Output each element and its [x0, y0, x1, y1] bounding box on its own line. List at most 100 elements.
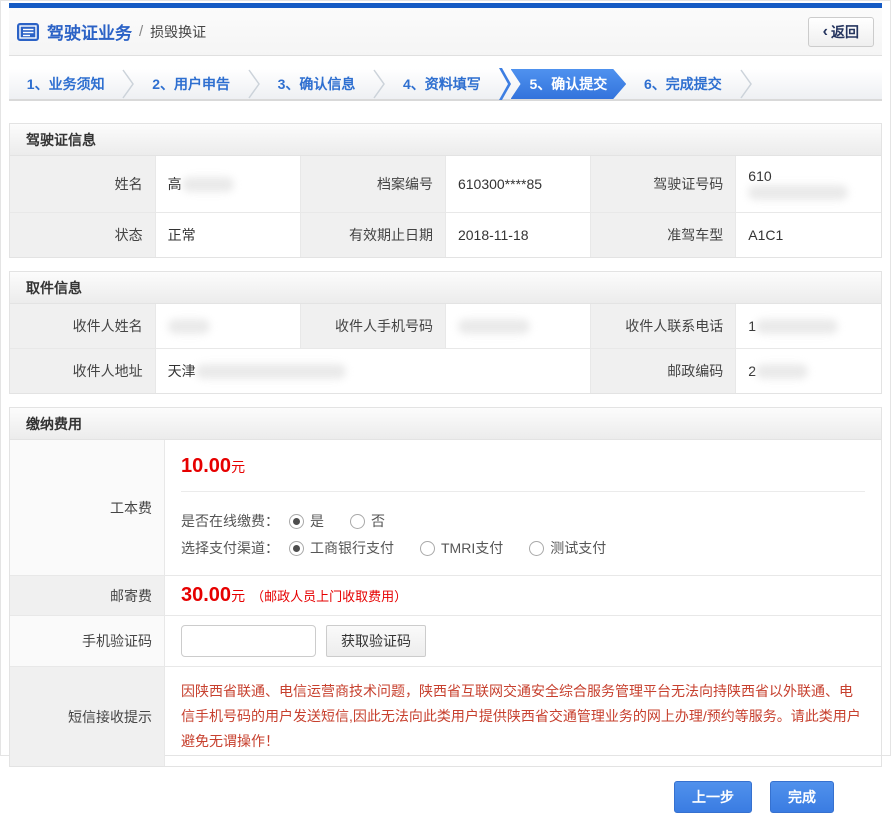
step-1[interactable]: 1、业务须知	[9, 69, 122, 99]
pickup-info-title: 取件信息	[10, 272, 881, 304]
table-row: 状态 正常 有效期止日期 2018-11-18 准驾车型 A1C1	[10, 213, 881, 258]
step-3-label: 3、确认信息	[278, 74, 356, 94]
postal-code-value: 2	[736, 349, 881, 394]
redacted-blur	[182, 177, 234, 192]
pickup-info-table: 收件人姓名 收件人手机号码 收件人联系电话 1 收件人地址 天津 邮政编码 2	[10, 304, 881, 393]
step-separator-icon	[122, 69, 134, 99]
fees-title: 缴纳费用	[10, 408, 881, 440]
mail-fee-row: 邮寄费 30.00元 （邮政人员上门收取费用）	[10, 576, 881, 616]
sms-code-input[interactable]	[181, 625, 316, 657]
step-1-label: 1、业务须知	[27, 74, 105, 94]
channel-tmri-option[interactable]: TMRI支付	[420, 538, 503, 558]
license-business-icon	[17, 23, 39, 41]
sms-notice-row: 短信接收提示 因陕西省联通、电信运营商技术问题，陕西省互联网交通安全综合服务管理…	[10, 667, 881, 766]
recipient-mobile-label: 收件人手机号码	[300, 304, 445, 349]
radio-unchecked-icon[interactable]	[350, 514, 365, 529]
previous-step-button[interactable]: 上一步	[674, 781, 752, 813]
redacted-blur	[756, 319, 838, 334]
step-4[interactable]: 4、资料填写	[385, 69, 498, 99]
license-info-title: 驾驶证信息	[10, 124, 881, 156]
channel-test-label: 测试支付	[550, 538, 606, 558]
page-header: 驾驶证业务 / 损毁换证 ‹ 返回	[9, 8, 882, 56]
sms-notice-label: 短信接收提示	[10, 667, 165, 766]
redacted-blur	[458, 319, 530, 334]
back-button-label: 返回	[831, 22, 859, 42]
step-separator-icon	[373, 69, 385, 99]
breadcrumb-current: 损毁换证	[150, 22, 206, 42]
pickup-info-section: 取件信息 收件人姓名 收件人手机号码 收件人联系电话 1 收件人地址 天津 邮政…	[9, 271, 882, 394]
sms-code-row: 手机验证码 获取验证码	[10, 616, 881, 667]
sms-code-value: 获取验证码	[165, 616, 881, 666]
online-payment-question: 是否在线缴费：	[181, 511, 279, 531]
table-row: 姓名 高 档案编号 610300****85 驾驶证号码 610	[10, 156, 881, 213]
step-2-label: 2、用户申告	[152, 74, 230, 94]
redacted-blur	[756, 364, 808, 379]
radio-unchecked-icon[interactable]	[529, 541, 544, 556]
online-yes-label: 是	[310, 511, 324, 531]
step-filler	[752, 69, 882, 99]
step-3[interactable]: 3、确认信息	[260, 69, 373, 99]
step-5-active[interactable]: 5、确认提交	[511, 69, 627, 99]
name-label: 姓名	[10, 156, 155, 213]
name-value: 高	[155, 156, 300, 213]
work-fee-amount: 10.00元	[181, 440, 865, 492]
step-wizard: 1、业务须知 2、用户申告 3、确认信息 4、资料填写 5、确认提交 6、完成提…	[9, 69, 882, 101]
mail-fee-amount-number: 30.00	[181, 584, 231, 607]
page-title: 驾驶证业务	[47, 19, 132, 44]
step-5-label: 5、确认提交	[529, 74, 607, 94]
back-chevron-icon: ‹	[823, 23, 828, 41]
online-yes-option[interactable]: 是	[289, 511, 324, 531]
vehicle-class-value: A1C1	[736, 213, 881, 258]
status-label: 状态	[10, 213, 155, 258]
radio-unchecked-icon[interactable]	[420, 541, 435, 556]
expiry-date-value: 2018-11-18	[445, 213, 590, 258]
radio-checked-icon[interactable]	[289, 514, 304, 529]
work-fee-value: 10.00元 是否在线缴费： 是 否	[165, 440, 881, 575]
get-sms-code-button[interactable]: 获取验证码	[326, 625, 426, 657]
step-separator-active-icon	[499, 69, 511, 99]
mail-fee-value: 30.00元 （邮政人员上门收取费用）	[165, 576, 881, 615]
sms-code-label: 手机验证码	[10, 616, 165, 666]
file-number-label: 档案编号	[300, 156, 445, 213]
channel-test-option[interactable]: 测试支付	[529, 538, 606, 558]
payment-channel-question-row: 选择支付渠道： 工商银行支付 TMRI支付 测试支付	[181, 538, 865, 558]
payment-options: 是否在线缴费： 是 否 选择支付渠道：	[181, 492, 865, 575]
recipient-phone-value: 1	[736, 304, 881, 349]
vehicle-class-label: 准驾车型	[591, 213, 736, 258]
recipient-mobile-value	[445, 304, 590, 349]
channel-icbc-label: 工商银行支付	[310, 538, 394, 558]
table-row: 收件人地址 天津 邮政编码 2	[10, 349, 881, 394]
finish-button[interactable]: 完成	[770, 781, 834, 813]
license-info-table: 姓名 高 档案编号 610300****85 驾驶证号码 610 状态 正常 有…	[10, 156, 881, 257]
license-number-label: 驾驶证号码	[591, 156, 736, 213]
recipient-name-label: 收件人姓名	[10, 304, 155, 349]
footer-actions: 上一步 完成	[9, 781, 882, 813]
recipient-name-value	[155, 304, 300, 349]
postal-code-label: 邮政编码	[591, 349, 736, 394]
expiry-date-label: 有效期止日期	[300, 213, 445, 258]
channel-tmri-label: TMRI支付	[441, 538, 503, 558]
page: 驾驶证业务 / 损毁换证 ‹ 返回 1、业务须知 2、用户申告 3、确认信息 4…	[0, 0, 891, 756]
work-fee-label: 工本费	[10, 440, 165, 575]
license-info-section: 驾驶证信息 姓名 高 档案编号 610300****85 驾驶证号码 610 状…	[9, 123, 882, 258]
step-separator-icon	[248, 69, 260, 99]
radio-checked-icon[interactable]	[289, 541, 304, 556]
table-row: 收件人姓名 收件人手机号码 收件人联系电话 1	[10, 304, 881, 349]
redacted-blur	[748, 185, 848, 200]
mail-fee-amount-unit: 元	[231, 586, 245, 606]
payment-channel-question: 选择支付渠道：	[181, 538, 279, 558]
online-no-label: 否	[371, 511, 385, 531]
redacted-blur	[168, 319, 210, 334]
status-value: 正常	[155, 213, 300, 258]
channel-icbc-option[interactable]: 工商银行支付	[289, 538, 394, 558]
work-fee-amount-unit: 元	[231, 459, 245, 475]
back-button[interactable]: ‹ 返回	[808, 17, 874, 47]
mail-fee-label: 邮寄费	[10, 576, 165, 615]
sms-notice-text: 因陕西省联通、电信运营商技术问题，陕西省互联网交通安全综合服务管理平台无法向持陕…	[165, 667, 881, 766]
work-fee-row: 工本费 10.00元 是否在线缴费： 是 否	[10, 440, 881, 576]
step-2[interactable]: 2、用户申告	[134, 69, 247, 99]
step-6[interactable]: 6、完成提交	[626, 69, 739, 99]
recipient-address-value: 天津	[155, 349, 590, 394]
online-no-option[interactable]: 否	[350, 511, 385, 531]
fees-section: 缴纳费用 工本费 10.00元 是否在线缴费： 是	[9, 407, 882, 767]
